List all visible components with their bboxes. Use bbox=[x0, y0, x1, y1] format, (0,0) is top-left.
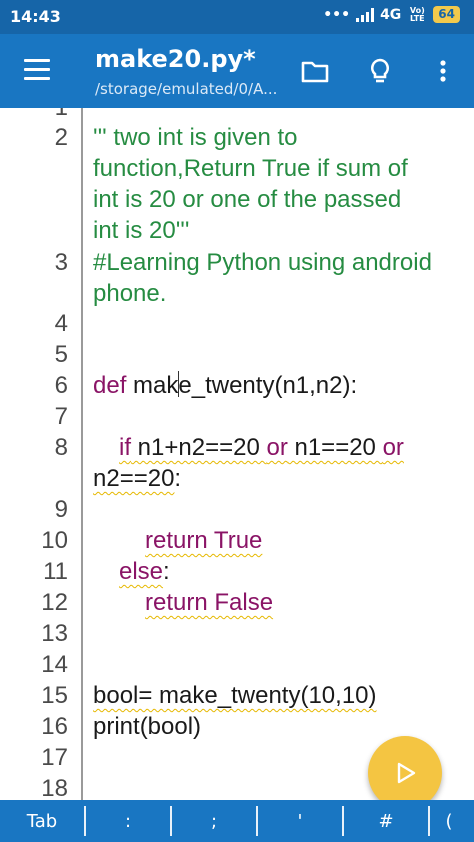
lightbulb-icon[interactable] bbox=[365, 56, 395, 86]
line-number: 15 bbox=[41, 682, 68, 709]
code-line: #Learning Python using android bbox=[93, 249, 432, 276]
key-quote[interactable]: ' bbox=[258, 800, 342, 842]
key-tab[interactable]: Tab bbox=[0, 800, 84, 842]
line-number: 8 bbox=[54, 434, 68, 461]
line-number: 12 bbox=[41, 589, 68, 616]
code-editor[interactable]: 1 2 3 4 5 6 7 8 9 10 11 12 13 14 15 16 1… bbox=[0, 108, 474, 800]
folder-icon[interactable] bbox=[300, 56, 330, 86]
volte-label: Vo) LTE bbox=[409, 5, 425, 23]
more-vert-icon[interactable] bbox=[428, 56, 458, 86]
code-text: return True bbox=[145, 527, 263, 554]
keyword-else: else bbox=[119, 558, 164, 585]
status-icons: ••• 4G Vo) LTE 64 bbox=[323, 6, 460, 23]
code-text: : bbox=[174, 465, 182, 492]
battery-icon: 64 bbox=[433, 6, 460, 23]
line-number: 2 bbox=[54, 124, 68, 151]
extra-keys-bar: Tab : ; ' # ( bbox=[0, 800, 474, 842]
file-path: /storage/emulated/0/A... bbox=[95, 80, 278, 98]
code-line: print(bool) bbox=[93, 713, 202, 740]
key-separator bbox=[84, 806, 86, 836]
code-text: n2==20 bbox=[93, 465, 175, 492]
code-text: return False bbox=[145, 589, 274, 616]
more-dots-icon: ••• bbox=[323, 6, 351, 23]
keyword-def: def bbox=[93, 372, 127, 399]
code-text: : bbox=[163, 558, 170, 585]
key-hash[interactable]: # bbox=[344, 800, 428, 842]
line-number: 17 bbox=[41, 744, 68, 771]
run-button[interactable] bbox=[368, 736, 442, 810]
code-text: n1==20 bbox=[287, 434, 383, 461]
code-text: n1+n2==20 bbox=[131, 434, 267, 461]
line-number: 5 bbox=[54, 341, 68, 368]
code-line: int is 20''' bbox=[93, 217, 190, 244]
line-number: 18 bbox=[41, 775, 68, 800]
code-line: phone. bbox=[93, 280, 167, 307]
keyword-or: or bbox=[266, 434, 288, 461]
status-bar: 14:43 ••• 4G Vo) LTE 64 bbox=[0, 0, 474, 34]
signal-icon bbox=[356, 7, 375, 22]
status-time: 14:43 bbox=[10, 7, 61, 26]
squiggle-segment: if n1+n2==20 or n1==20 or bbox=[119, 434, 404, 461]
line-number: 4 bbox=[54, 310, 68, 337]
code-line: def make_twenty(n1,n2): bbox=[93, 370, 357, 401]
key-separator bbox=[256, 806, 258, 836]
keyword-if: if bbox=[119, 434, 131, 461]
line-number: 14 bbox=[41, 651, 68, 678]
line-number: 16 bbox=[41, 713, 68, 740]
line-number: 6 bbox=[54, 372, 68, 399]
line-number: 11 bbox=[43, 558, 68, 585]
code-line: function,Return True if sum of bbox=[93, 155, 408, 182]
hamburger-menu-icon[interactable] bbox=[24, 59, 50, 80]
key-separator bbox=[342, 806, 344, 836]
code-text: mak bbox=[126, 372, 179, 399]
code-line: return True bbox=[145, 525, 262, 556]
code-line: n2==20: bbox=[93, 463, 181, 494]
file-title: make20.py* bbox=[95, 45, 256, 73]
key-paren[interactable]: ( bbox=[430, 800, 468, 842]
code-line: bool= make_twenty(10,10) bbox=[93, 680, 377, 711]
code-line: return False bbox=[145, 587, 273, 618]
play-icon bbox=[397, 762, 416, 784]
code-line: if n1+n2==20 or n1==20 or bbox=[119, 432, 404, 463]
key-separator bbox=[170, 806, 172, 836]
line-number: 9 bbox=[54, 496, 68, 523]
code-line: int is 20 or one of the passed bbox=[93, 186, 402, 213]
line-number: 10 bbox=[41, 527, 68, 554]
app-toolbar: make20.py* /storage/emulated/0/A... bbox=[0, 34, 474, 108]
keyword-or: or bbox=[382, 434, 404, 461]
line-number: 3 bbox=[54, 249, 68, 276]
code-line: ''' two int is given to bbox=[93, 124, 298, 151]
key-colon[interactable]: : bbox=[86, 800, 170, 842]
network-type: 4G bbox=[380, 6, 402, 23]
line-number: 13 bbox=[41, 620, 68, 647]
line-number: 1 bbox=[0, 108, 68, 123]
gutter-divider bbox=[81, 108, 83, 800]
line-number: 7 bbox=[54, 403, 68, 430]
key-separator bbox=[428, 806, 430, 836]
code-text: e_twenty(n1,n2): bbox=[178, 372, 358, 399]
code-text: bool= make_twenty(10,10) bbox=[93, 682, 377, 709]
code-line: else: bbox=[119, 556, 170, 587]
key-semicolon[interactable]: ; bbox=[172, 800, 256, 842]
